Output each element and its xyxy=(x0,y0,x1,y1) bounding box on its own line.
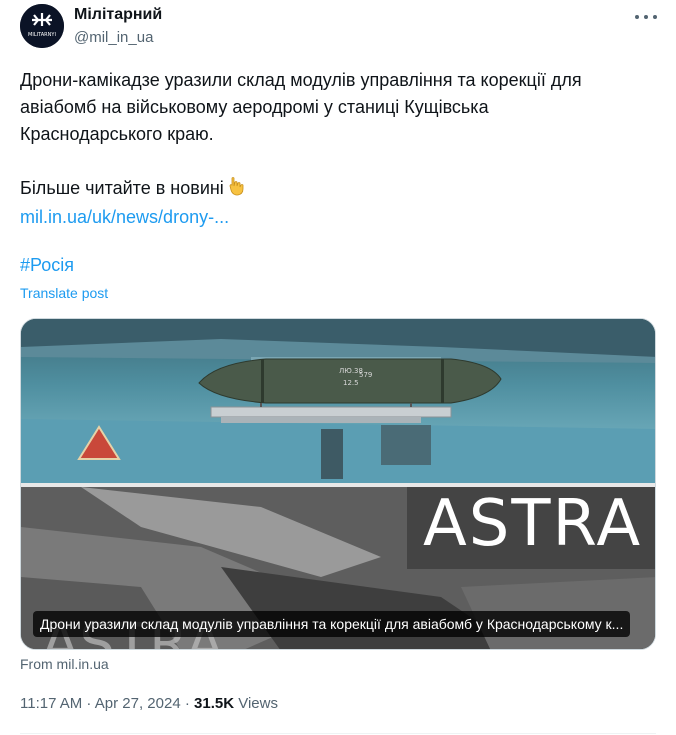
avatar-label: MILITARNYI xyxy=(28,32,56,38)
card-source[interactable]: From mil.in.ua xyxy=(20,656,109,672)
post-text: Дрони-камікадзе уразили склад модулів уп… xyxy=(20,67,650,231)
meta-separator: · xyxy=(82,695,95,712)
bomb-marking: 12.5 xyxy=(343,379,359,387)
post-line: Краснодарського краю. xyxy=(20,124,214,144)
more-options-icon[interactable] xyxy=(632,6,660,28)
militarnyi-logo-icon: MILITARNYI xyxy=(20,4,64,48)
read-more-text: Більше читайте в новині xyxy=(20,178,224,198)
tweet: MILITARNYI Мілітарний @mil_in_ua Дрони-к… xyxy=(0,0,676,735)
translate-post-link[interactable]: Translate post xyxy=(20,285,108,301)
astra-watermark: ASTRA xyxy=(423,487,643,561)
author-name[interactable]: Мілітарний xyxy=(74,6,162,24)
post-meta: 11:17 AM · Apr 27, 2024 · 31.5K Views xyxy=(20,695,278,712)
bomb-marking: 579 xyxy=(359,371,372,379)
post-time[interactable]: 11:17 AM xyxy=(20,695,82,712)
media-caption: Дрони уразили склад модулів управління т… xyxy=(33,611,631,637)
aircraft-bomb-photo: ЛЮ.38 579 12.5 xyxy=(21,319,655,483)
views-count: 31.5K xyxy=(194,695,235,712)
news-link[interactable]: mil.in.ua/uk/news/drony-... xyxy=(20,204,650,231)
avatar[interactable]: MILITARNYI xyxy=(20,4,64,48)
read-more-line: Більше читайте в новині xyxy=(20,175,650,204)
author-handle[interactable]: @mil_in_ua xyxy=(74,29,153,46)
views-label: Views xyxy=(238,695,278,712)
post-date[interactable]: Apr 27, 2024 xyxy=(95,695,181,712)
pointing-down-hand-icon xyxy=(226,176,246,204)
divider xyxy=(20,733,656,734)
damaged-building-photo: ASTRA ASTRA Дрони уразили склад модулів … xyxy=(21,487,655,649)
media-card[interactable]: ЛЮ.38 579 12.5 ASTRA Дрони уразили склад… xyxy=(20,318,656,650)
meta-separator: · xyxy=(180,695,195,712)
post-line: Дрони-камікадзе уразили склад модулів уп… xyxy=(20,70,582,90)
post-line: авіабомб на військовому аеродромі у стан… xyxy=(20,97,489,117)
hashtag-link[interactable]: #Росія xyxy=(20,255,74,276)
